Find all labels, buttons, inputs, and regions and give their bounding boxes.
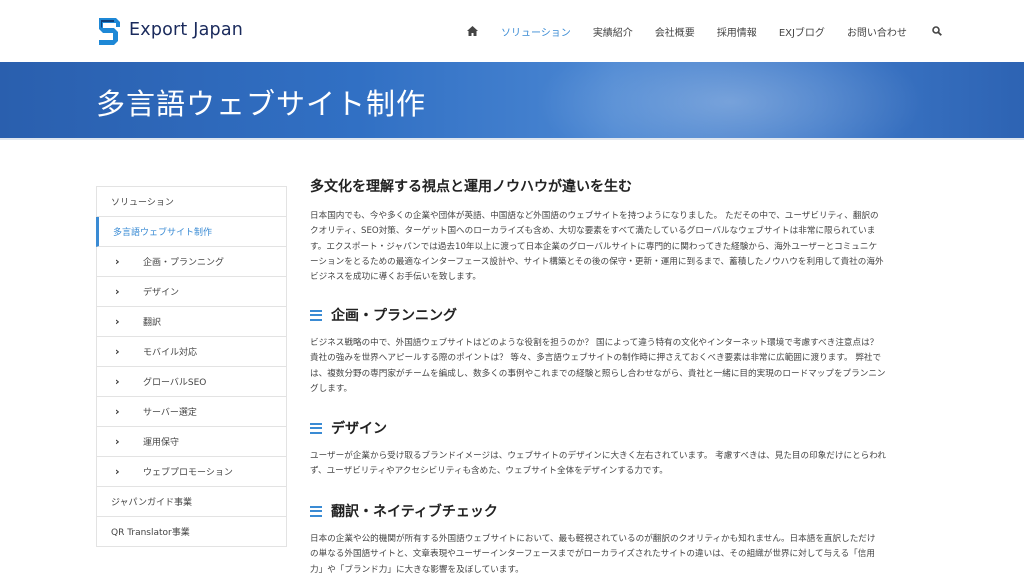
site-header: Export Japan ソリューション 実績紹介 会社概要 採用情報 EXJブ… [0, 0, 1024, 62]
text-line: 日本国内でも、今や多くの企業や団体が英語、中国語など外国語のウェブサイトを持つよ… [310, 211, 879, 221]
nav-contact[interactable]: お問い合わせ [836, 0, 918, 62]
list-icon [310, 309, 322, 321]
sidebar-item-design[interactable]: › デザイン [97, 277, 286, 307]
sidebar-item-global-seo[interactable]: › グローバルSEO [97, 367, 286, 397]
sidebar-item-maintenance[interactable]: › 運用保守 [97, 427, 286, 457]
sidebar-item-label: デザイン [143, 288, 180, 298]
sidebar-item-planning[interactable]: › 企画・プランニング [97, 247, 286, 277]
nav-blog-label: EXJブログ [778, 27, 825, 39]
content-heading: 多文化を理解する視点と運用ノウハウが違いを生む [310, 179, 632, 195]
text-line: す。エクスポート・ジャパンでは過去10年以上に渡って日本企業のグローバルサイトに… [310, 241, 878, 252]
text-line: 貴社の強みを世界へアピールする際のポイントは？ 等々、多言語ウェブサイトの制作時… [310, 353, 882, 364]
section-paragraph-planning: ビジネス戦略の中で、外国語ウェブサイトはどのような役割を担うのか？ 国によって違… [310, 336, 930, 397]
home-icon [467, 26, 478, 36]
sidebar-item-solutions[interactable]: ソリューション [97, 187, 286, 217]
chevron-right-icon: › [115, 405, 120, 418]
sidebar-item-label: 多言語ウェブサイト制作 [113, 228, 213, 238]
banner-divider [0, 138, 1024, 140]
sidebar-item-label: 運用保守 [143, 438, 180, 448]
nav-recruit[interactable]: 採用情報 [706, 0, 768, 62]
page-title: 多言語ウェブサイト制作 [96, 87, 427, 121]
sidebar-item-server[interactable]: › サーバー選定 [97, 397, 286, 427]
sidebar-item-label: ジャパンガイド事業 [111, 498, 193, 508]
text-line: 力」や「ブランド力」に大きな影響を及ぼしています。 [310, 564, 524, 573]
text-line: は、複数分野の専門家がチームを編成し、数多くの事例やこれまでの経験と照らし合わせ… [310, 368, 886, 379]
sidebar-item-label: ソリューション [111, 198, 174, 208]
page-banner: 多言語ウェブサイト制作 [0, 62, 1024, 140]
nav-solutions[interactable]: ソリューション [490, 0, 582, 62]
chevron-right-icon: › [115, 315, 120, 328]
chevron-right-icon: › [115, 345, 120, 358]
sidebar-item-multilingual-web[interactable]: 多言語ウェブサイト制作 [96, 217, 286, 247]
nav-company[interactable]: 会社概要 [644, 0, 706, 62]
text-line: ビジネスを成功に導くお手伝いを致します。 [310, 272, 482, 283]
sidebar-item-label: 企画・プランニング [143, 258, 225, 268]
section-title-text: 翻訳・ネイティブチェック [331, 504, 498, 520]
nav-contact-label: お問い合わせ [846, 27, 907, 39]
nav-blog[interactable]: EXJブログ [768, 0, 836, 62]
sidebar-item-label: 翻訳 [143, 318, 162, 328]
search-icon [932, 26, 942, 36]
chevron-right-icon: › [115, 375, 120, 388]
banner-glow [520, 62, 940, 140]
chevron-right-icon: › [115, 435, 120, 448]
sidebar-item-label: グローバルSEO [143, 378, 207, 388]
text-line: の単なる外国語サイトと、文章表現やユーザーインターフェースまでがローカライズされ… [310, 549, 875, 560]
sidebar-item-japan-guide[interactable]: ジャパンガイド事業 [97, 487, 286, 517]
nav-solutions-label: ソリューション [501, 27, 571, 39]
main-nav: ソリューション 実績紹介 会社概要 採用情報 EXJブログ お問い合わせ [455, 0, 950, 62]
text-line: ーションをとるための最適なインターフェース設計や、サイト構築とその後の保守・更新… [310, 256, 884, 267]
sidebar-item-translation[interactable]: › 翻訳 [97, 307, 286, 337]
nav-works[interactable]: 実績紹介 [582, 0, 644, 62]
chevron-right-icon: › [115, 465, 120, 478]
sidebar-item-label: QR Translator事業 [111, 528, 190, 538]
nav-recruit-label: 採用情報 [716, 27, 757, 39]
sidebar-item-web-promotion[interactable]: › ウェブプロモーション [97, 457, 286, 487]
logo-text: Export Japan [129, 20, 244, 40]
chevron-right-icon: › [115, 285, 120, 298]
nav-company-label: 会社概要 [654, 27, 695, 39]
sidebar-item-qr-translator[interactable]: QR Translator事業 [97, 517, 286, 547]
text-line: 日本の企業や公的機関が所有する外国語ウェブサイトにおいて、最も軽視されているのが… [310, 534, 876, 544]
text-line: ユーザーが企業から受け取るブランドイメージは、ウェブサイトのデザインに大きく左右… [310, 451, 887, 461]
text-line: グします。 [310, 383, 353, 394]
sidebar-item-label: ウェブプロモーション [143, 468, 233, 478]
sidebar-item-label: サーバー選定 [143, 408, 197, 418]
sidebar-nav: ソリューション 多言語ウェブサイト制作 › 企画・プランニング › デザイン › 翻訳… [96, 186, 287, 547]
section-title-text: 企画・プランニング [331, 308, 457, 324]
nav-home[interactable] [455, 0, 490, 62]
section-paragraph-design: ユーザーが企業から受け取るブランドイメージは、ウェブサイトのデザインに大きく左右… [310, 449, 930, 480]
sidebar-item-mobile[interactable]: › モバイル対応 [97, 337, 286, 367]
section-title-planning: 企画・プランニング [310, 305, 457, 325]
chevron-right-icon: › [115, 255, 120, 268]
list-icon [310, 422, 322, 434]
text-line: ず、ユーザビリティやアクセシビリティも含めた、ウェブサイト全体をデザインする力で… [310, 466, 668, 477]
section-paragraph-translation: 日本の企業や公的機関が所有する外国語ウェブサイトにおいて、最も軽視されているのが… [310, 532, 930, 573]
section-title-text: デザイン [331, 421, 387, 437]
text-line: ビジネス戦略の中で、外国語ウェブサイトはどのような役割を担うのか？ 国によって違… [310, 338, 879, 348]
sidebar-item-label: モバイル対応 [143, 348, 198, 358]
section-title-design: デザイン [310, 418, 387, 438]
logo-mark-icon [99, 18, 120, 45]
text-line: クオリティ、SEO対策、ターゲット国へのローカライズも含め、大切な要素をすべて満… [310, 226, 876, 237]
list-icon [310, 505, 322, 517]
intro-paragraph: 日本国内でも、今や多くの企業や団体が英語、中国語など外国語のウェブサイトを持つよ… [310, 209, 930, 285]
nav-search[interactable] [918, 0, 950, 62]
nav-works-label: 実績紹介 [592, 27, 633, 39]
site-logo[interactable]: Export Japan [96, 13, 243, 47]
section-title-translation: 翻訳・ネイティブチェック [310, 501, 498, 521]
